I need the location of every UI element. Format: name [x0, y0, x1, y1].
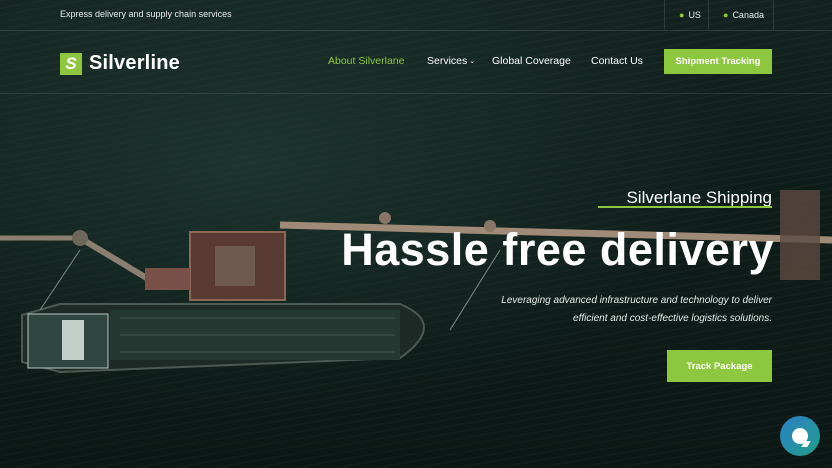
- hero-eyebrow: Silverlane Shipping: [626, 188, 772, 207]
- location-canada-link[interactable]: ● Canada: [708, 0, 774, 30]
- hero-headline: Hassle free delivery: [341, 224, 774, 275]
- nav-item-global-coverage[interactable]: Global Coverage: [492, 55, 571, 67]
- top-bar: Express delivery and supply chain servic…: [0, 0, 832, 31]
- map-pin-icon: ●: [723, 10, 729, 20]
- nav-item-services-label: Services: [427, 55, 468, 67]
- chat-widget-button[interactable]: [780, 416, 820, 456]
- track-package-button[interactable]: Track Package: [667, 350, 772, 382]
- location-canada-label: Canada: [732, 10, 764, 20]
- tagline: Express delivery and supply chain servic…: [60, 9, 232, 19]
- hero-subtext: Leveraging advanced infrastructure and t…: [501, 295, 772, 324]
- brand-logo[interactable]: S Silverline: [60, 52, 180, 75]
- chevron-down-icon: ⌄: [469, 58, 476, 65]
- logo-mark-icon: S: [60, 52, 82, 75]
- main-navbar: S Silverline About Silverlane Services ⌄ …: [0, 31, 832, 94]
- shipment-tracking-button[interactable]: Shipment Tracking: [664, 49, 772, 74]
- brand-name: Silverline: [89, 52, 180, 74]
- nav-item-services[interactable]: Services ⌄: [427, 55, 475, 67]
- eyebrow-underline: [598, 206, 772, 208]
- nav-item-about[interactable]: About Silverlane: [328, 55, 404, 67]
- map-pin-icon: ●: [679, 10, 685, 20]
- location-us-label: US: [688, 10, 701, 20]
- chat-bubble-icon: [792, 428, 808, 444]
- nav-item-contact[interactable]: Contact Us: [591, 55, 643, 67]
